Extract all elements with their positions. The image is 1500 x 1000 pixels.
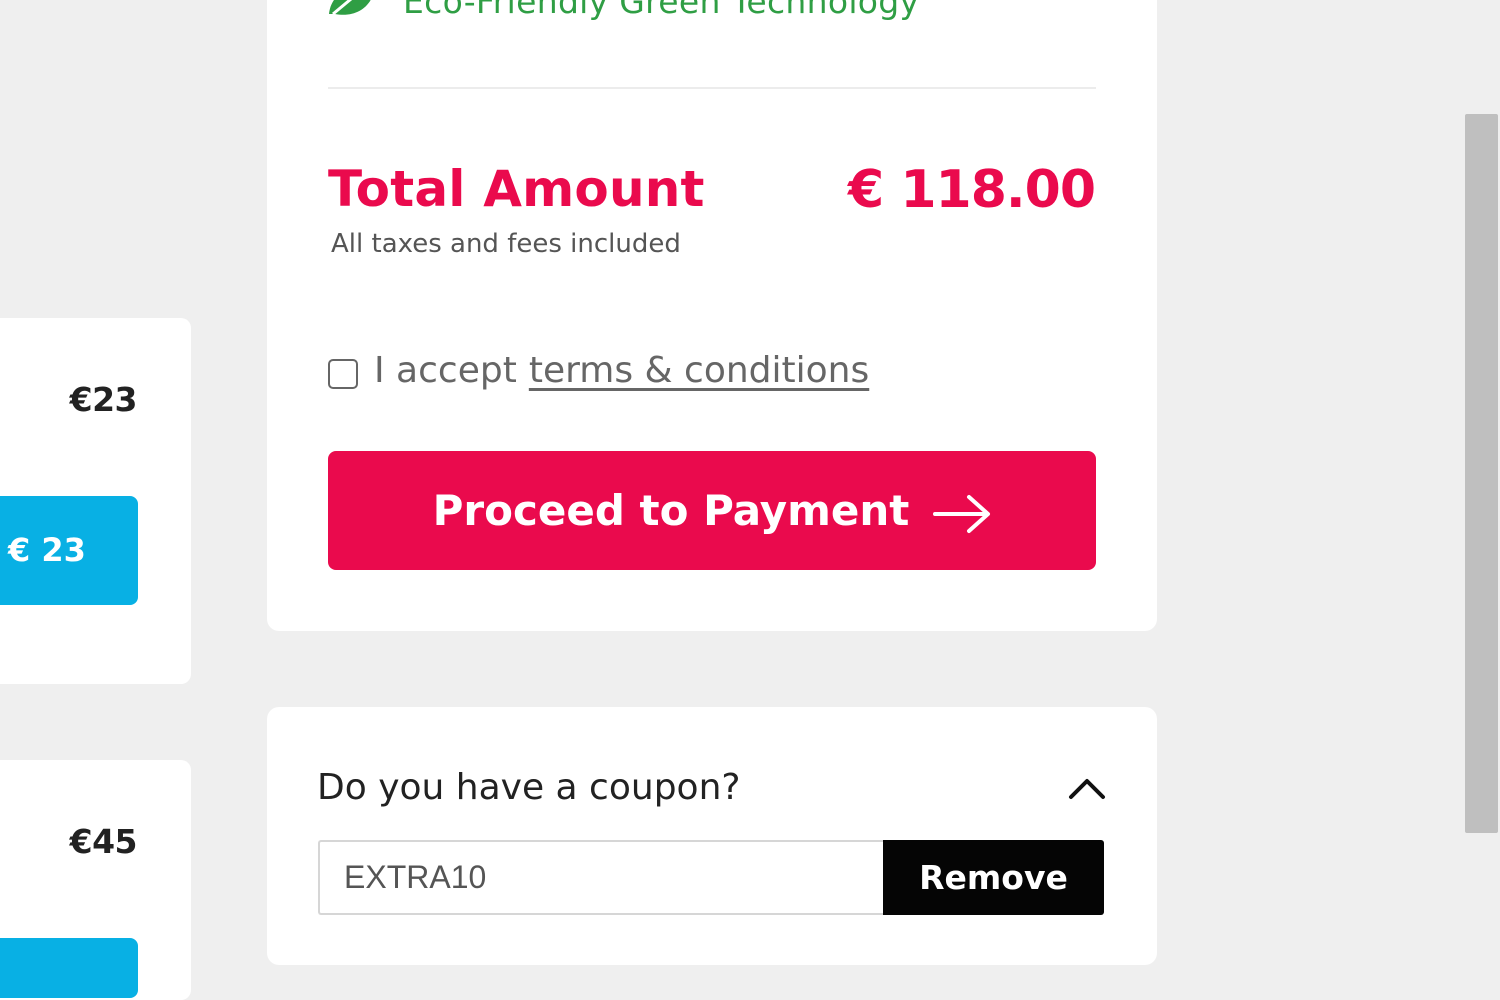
product-card: €45 — [0, 760, 191, 1000]
remove-coupon-button[interactable]: Remove — [883, 840, 1104, 915]
chevron-up-icon[interactable] — [1067, 773, 1107, 803]
proceed-to-payment-button[interactable]: Proceed to Payment — [328, 451, 1096, 570]
proceed-to-payment-label: Proceed to Payment — [432, 486, 910, 535]
select-price-button[interactable]: € 23 — [0, 496, 138, 605]
eco-badge: Eco-Friendly Green Technology — [327, 0, 919, 21]
coupon-input[interactable] — [318, 840, 884, 915]
product-card: €23 € 23 — [0, 318, 191, 684]
product-price: €45 — [69, 822, 138, 861]
scrollbar-thumb[interactable] — [1465, 114, 1498, 833]
accept-text: I accept — [374, 350, 517, 391]
eco-label: Eco-Friendly Green Technology — [403, 0, 920, 21]
total-amount-value: € 118.00 — [848, 160, 1096, 220]
coupon-title: Do you have a coupon? — [317, 767, 741, 808]
select-price-button[interactable] — [0, 938, 138, 998]
leaf-icon — [329, 0, 371, 15]
total-amount-label: Total Amount — [328, 160, 705, 218]
terms-link[interactable]: terms & conditions — [529, 350, 869, 391]
terms-row: I accept terms & conditions — [328, 350, 869, 391]
product-price: €23 — [69, 380, 138, 419]
coupon-card: Do you have a coupon? Remove — [267, 707, 1157, 965]
terms-checkbox[interactable] — [328, 358, 358, 389]
order-summary-card: Eco-Friendly Green Technology Total Amou… — [267, 0, 1157, 631]
divider — [328, 87, 1096, 89]
arrow-right-icon — [933, 494, 991, 533]
tax-note: All taxes and fees included — [331, 229, 681, 259]
